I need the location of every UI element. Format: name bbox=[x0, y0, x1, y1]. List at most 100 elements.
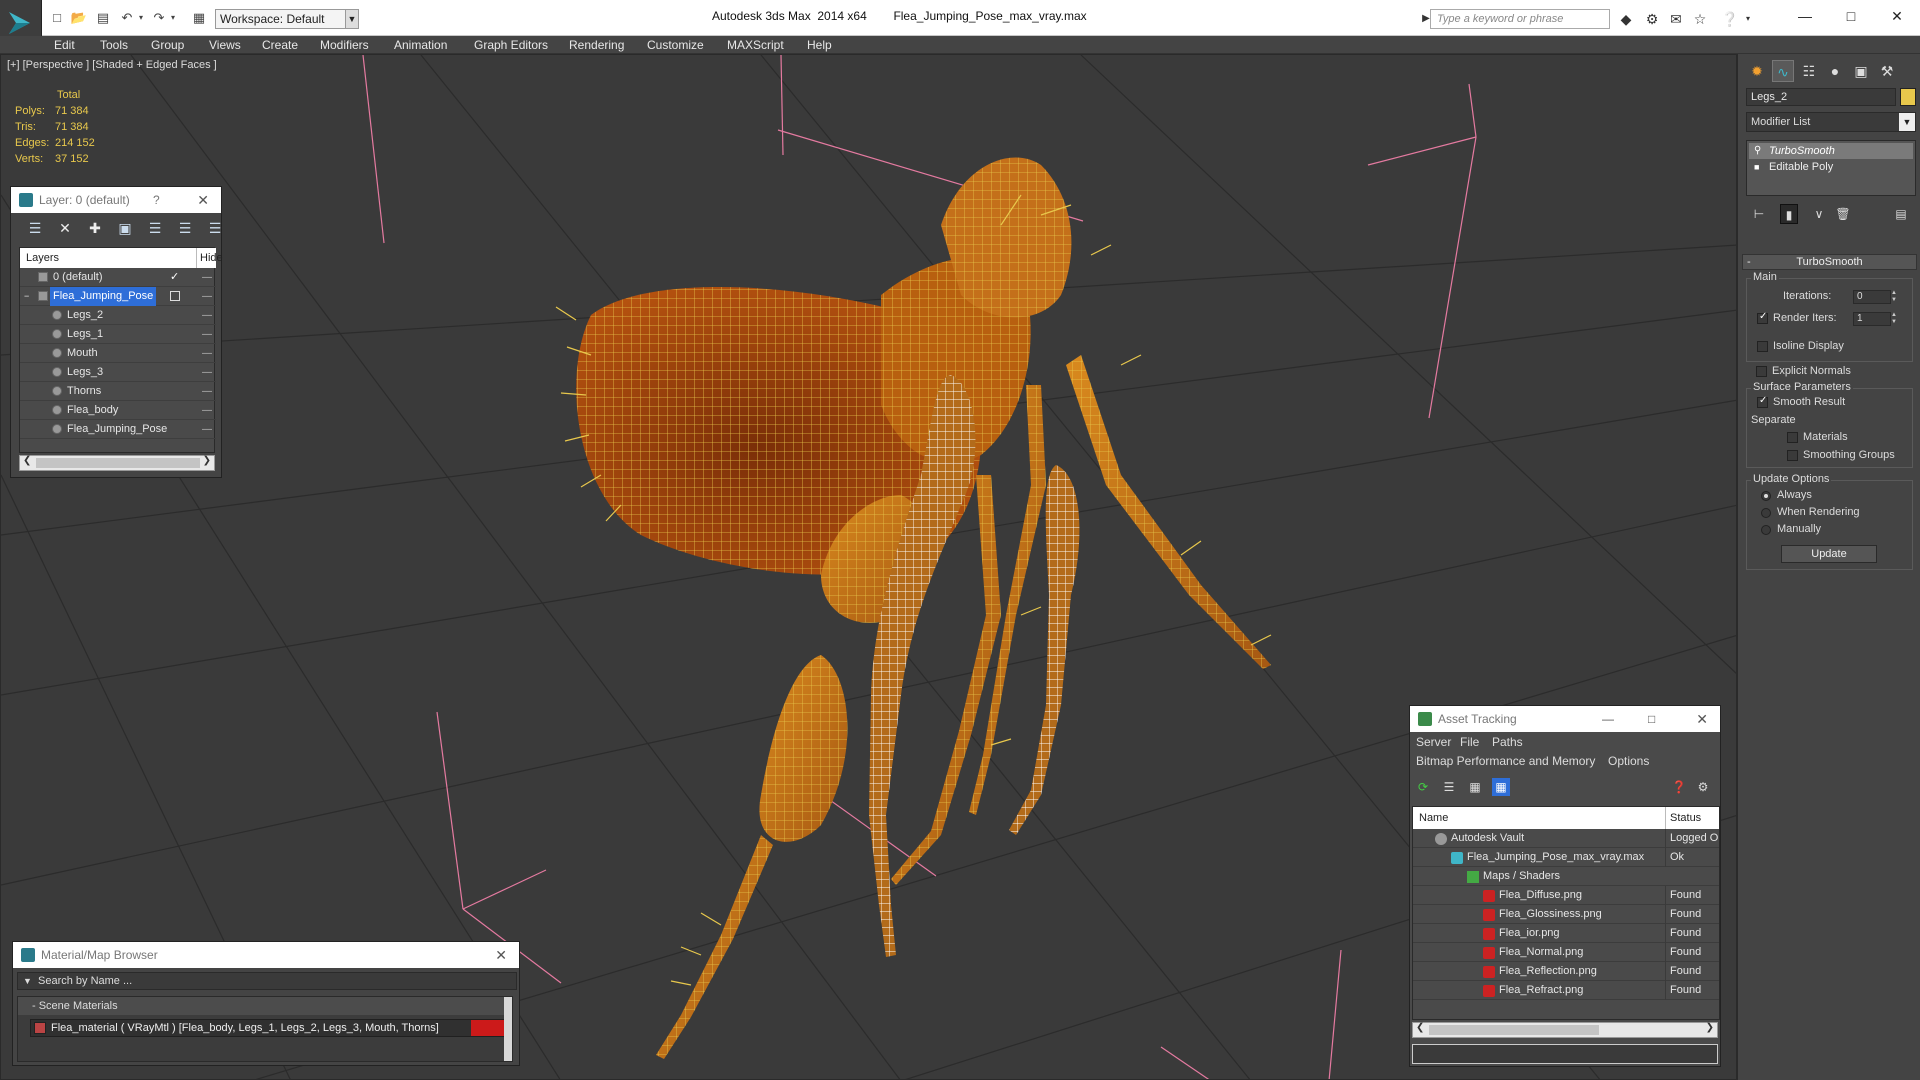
configure-sets-icon[interactable]: ▤ bbox=[1892, 204, 1910, 224]
table-row[interactable]: Flea_ior.png Found bbox=[1413, 924, 1719, 943]
hide-all-icon[interactable]: ☰ bbox=[177, 220, 193, 236]
hide-toggle[interactable]: — bbox=[202, 268, 212, 287]
smooth-result-checkbox[interactable] bbox=[1757, 395, 1768, 408]
table-row[interactable]: Flea_Refract.png Found bbox=[1413, 981, 1719, 1000]
utilities-tab-icon[interactable]: ⚒ bbox=[1876, 60, 1898, 82]
menu-animation[interactable]: Animation bbox=[394, 36, 447, 54]
menu-bitmap-performance[interactable]: Bitmap Performance and Memory bbox=[1416, 754, 1595, 768]
vertical-scrollbar[interactable] bbox=[504, 997, 512, 1061]
materials-checkbox[interactable] bbox=[1787, 432, 1798, 443]
object-row[interactable]: Mouth — bbox=[20, 344, 216, 363]
object-row[interactable]: Flea_Jumping_Pose — bbox=[20, 420, 216, 439]
menu-graph-editors[interactable]: Graph Editors bbox=[474, 36, 548, 54]
menu-rendering[interactable]: Rendering bbox=[569, 36, 624, 54]
select-in-layer-icon[interactable]: ▣ bbox=[117, 220, 133, 236]
menu-tools[interactable]: Tools bbox=[100, 36, 128, 54]
collapse-icon[interactable]: − bbox=[24, 287, 29, 306]
menu-maxscript[interactable]: MAXScript bbox=[727, 36, 784, 54]
close-button[interactable]: ✕ bbox=[1874, 4, 1920, 28]
viewport-label[interactable]: [+] [Perspective ] [Shaded + Edged Faces… bbox=[7, 59, 217, 71]
scroll-left-icon[interactable]: ❮ bbox=[23, 455, 31, 466]
menu-file[interactable]: File bbox=[1460, 735, 1479, 749]
hide-toggle[interactable]: — bbox=[202, 344, 212, 363]
material-browser-titlebar[interactable]: Material/Map Browser ✕ bbox=[13, 942, 519, 968]
search-input[interactable]: Type a keyword or phrase bbox=[1430, 9, 1610, 29]
close-icon[interactable]: ✕ bbox=[1696, 706, 1708, 732]
expand-plus-icon[interactable]: ■ bbox=[1754, 161, 1764, 173]
object-color-swatch[interactable] bbox=[1900, 88, 1916, 106]
highlight-layer-icon[interactable]: ☰ bbox=[147, 220, 163, 236]
explicit-normals-checkbox[interactable] bbox=[1756, 366, 1767, 377]
stack-item-turbosmooth[interactable]: ⚲ TurboSmooth bbox=[1749, 143, 1913, 159]
hide-toggle[interactable]: — bbox=[202, 401, 212, 420]
hierarchy-tab-icon[interactable]: ☷ bbox=[1798, 60, 1820, 82]
workspace-selector[interactable]: Workspace: Default▾ bbox=[215, 9, 359, 29]
help-icon[interactable]: ❓ bbox=[1670, 778, 1688, 796]
column-layers[interactable]: Layers bbox=[26, 248, 59, 268]
hide-toggle[interactable]: — bbox=[202, 382, 212, 401]
communication-icon[interactable]: ✉ bbox=[1666, 9, 1686, 29]
table-row[interactable]: Flea_Diffuse.png Found bbox=[1413, 886, 1719, 905]
object-row[interactable]: Legs_2 — bbox=[20, 306, 216, 325]
maximize-icon[interactable]: □ bbox=[1648, 706, 1655, 732]
motion-tab-icon[interactable]: ● bbox=[1824, 60, 1846, 82]
modifier-list-dropdown[interactable]: Modifier List ▼ bbox=[1746, 112, 1916, 132]
menu-views[interactable]: Views bbox=[209, 36, 241, 54]
favorites-star-icon[interactable]: ☆ bbox=[1690, 9, 1710, 29]
add-to-layer-icon[interactable]: ✚ bbox=[87, 220, 103, 236]
undo-dropdown-icon[interactable]: ▾ bbox=[132, 9, 150, 27]
hide-toggle[interactable]: — bbox=[202, 287, 212, 306]
settings-icon[interactable]: ⚙ bbox=[1694, 778, 1712, 796]
new-file-icon[interactable]: □ bbox=[48, 9, 66, 27]
asset-path-field[interactable] bbox=[1412, 1044, 1718, 1064]
lightbulb-icon[interactable]: ⚲ bbox=[1754, 145, 1764, 157]
layer-panel-titlebar[interactable]: Layer: 0 (default) ? ✕ bbox=[11, 187, 221, 213]
make-unique-icon[interactable]: ∨ bbox=[1810, 204, 1828, 224]
object-row[interactable]: Thorns — bbox=[20, 382, 216, 401]
pin-stack-icon[interactable]: ⊢ bbox=[1750, 204, 1768, 224]
horizontal-scrollbar[interactable]: ❮ ❯ bbox=[19, 455, 215, 471]
scrollbar-thumb[interactable] bbox=[1429, 1025, 1599, 1035]
hide-toggle[interactable]: — bbox=[202, 420, 212, 439]
hide-toggle[interactable]: — bbox=[202, 306, 212, 325]
column-hide[interactable]: Hide bbox=[196, 248, 223, 268]
help-icon[interactable]: ❔ bbox=[1720, 9, 1740, 29]
material-search-input[interactable]: ▼ Search by Name ... bbox=[17, 972, 517, 990]
table-row[interactable]: Maps / Shaders bbox=[1413, 867, 1719, 886]
object-name-field[interactable]: Legs_2 bbox=[1746, 88, 1896, 106]
spinner-arrows-icon[interactable]: ▲ ▼ bbox=[1891, 290, 1900, 304]
show-end-result-icon[interactable]: ▮ bbox=[1780, 204, 1798, 224]
column-name[interactable]: Name bbox=[1419, 807, 1448, 829]
menu-options[interactable]: Options bbox=[1608, 754, 1649, 768]
render-iters-spinner[interactable]: 1 ▲ ▼ bbox=[1853, 312, 1897, 326]
manually-radio[interactable] bbox=[1761, 525, 1771, 535]
object-row[interactable]: Flea_body — bbox=[20, 401, 216, 420]
menu-modifiers[interactable]: Modifiers bbox=[320, 36, 369, 54]
material-item[interactable]: Flea_material ( VRayMtl ) [Flea_body, Le… bbox=[30, 1019, 506, 1037]
layer-new-icon[interactable]: ☰ bbox=[27, 220, 43, 236]
help-dropdown-icon[interactable]: ▾ bbox=[1738, 9, 1758, 29]
table-row[interactable]: Flea_Normal.png Found bbox=[1413, 943, 1719, 962]
horizontal-scrollbar[interactable]: ❮ ❯ bbox=[1412, 1022, 1718, 1038]
render-iters-checkbox[interactable] bbox=[1757, 311, 1768, 324]
filter-dropdown-icon[interactable]: ▼ bbox=[23, 973, 32, 989]
table-row[interactable]: Flea_Glossiness.png Found bbox=[1413, 905, 1719, 924]
column-status[interactable]: Status bbox=[1665, 807, 1719, 829]
menu-create[interactable]: Create bbox=[262, 36, 298, 54]
minimize-icon[interactable]: — bbox=[1602, 706, 1614, 732]
layer-row[interactable]: 0 (default) ✓ — bbox=[20, 268, 216, 287]
list-view-icon[interactable]: ☰ bbox=[1440, 778, 1458, 796]
smoothing-groups-checkbox[interactable] bbox=[1787, 450, 1798, 461]
table-row[interactable]: Flea_Reflection.png Found bbox=[1413, 962, 1719, 981]
set-active-box[interactable] bbox=[170, 291, 180, 301]
active-check-icon[interactable]: ✓ bbox=[170, 268, 179, 287]
subscription-icon[interactable]: ⚙ bbox=[1642, 9, 1662, 29]
hide-toggle[interactable]: — bbox=[202, 325, 212, 344]
table-row[interactable]: Flea_Jumping_Pose_max_vray.max Ok bbox=[1413, 848, 1719, 867]
refresh-icon[interactable]: ⟳ bbox=[1414, 778, 1432, 796]
delete-layer-icon[interactable]: ✕ bbox=[57, 220, 73, 236]
table-row[interactable]: Autodesk Vault Logged O bbox=[1413, 829, 1719, 848]
scroll-left-icon[interactable]: ❮ bbox=[1416, 1022, 1424, 1033]
close-icon[interactable]: ✕ bbox=[495, 942, 507, 968]
create-tab-icon[interactable]: ✹ bbox=[1746, 60, 1768, 82]
